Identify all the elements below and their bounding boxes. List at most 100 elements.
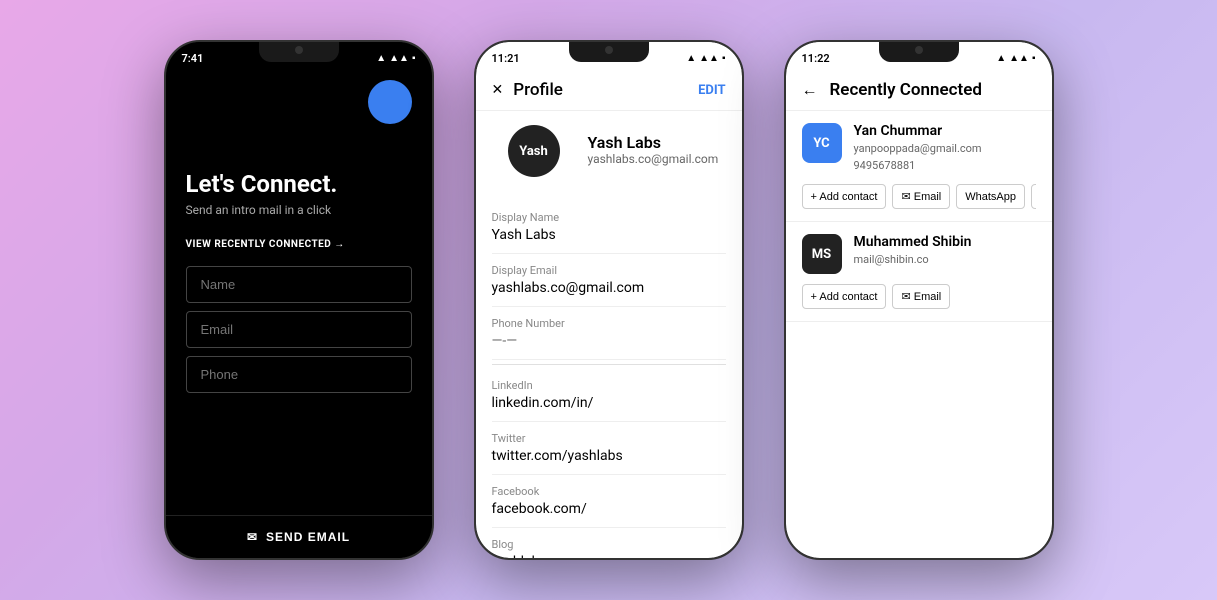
field-linkedin: LinkedIn linkedin.com/in/ xyxy=(492,369,726,422)
field-label-phone: Phone Number xyxy=(492,317,726,330)
send-email-icon: ✉ xyxy=(247,530,258,544)
contact-row-shibin: MS Muhammed Shibin mail@shibin.co xyxy=(802,234,1036,274)
field-display-name: Display Name Yash Labs xyxy=(492,201,726,254)
phone-3: 11:22 ▲ ▲▲ ▪ ← Recently Connected YC Yan… xyxy=(784,40,1054,560)
field-blog: Blog yashlabs.co xyxy=(492,528,726,558)
phone-1: 7:41 ▲ ▲▲ ▪ Let's Connect. Send an intro… xyxy=(164,40,434,560)
phone-3-screen: 11:22 ▲ ▲▲ ▪ ← Recently Connected YC Yan… xyxy=(786,42,1052,558)
phone-2: 11:21 ▲ ▲▲ ▪ ✕ Profile EDIT Yash xyxy=(474,40,744,560)
send-email-label: SEND EMAIL xyxy=(266,530,350,544)
contact-form xyxy=(186,266,412,497)
field-value-facebook: facebook.com/ xyxy=(492,501,726,517)
status-time-3: 11:22 xyxy=(802,52,830,65)
battery-icon: ▪ xyxy=(412,53,416,64)
contact-actions-shibin: + Add contact ✉ Email xyxy=(802,284,1036,309)
send-email-button[interactable]: ✉ SEND EMAIL xyxy=(166,515,432,558)
contact-avatar-yan: YC xyxy=(802,123,842,163)
field-label-display-email: Display Email xyxy=(492,264,726,277)
phone-1-content: 7:41 ▲ ▲▲ ▪ Let's Connect. Send an intro… xyxy=(166,42,432,558)
edit-button[interactable]: EDIT xyxy=(698,83,725,98)
notch-1 xyxy=(259,42,339,62)
profile-header-left: ✕ Profile xyxy=(492,80,563,100)
contact-phone-yan: 9495678881 xyxy=(854,158,982,175)
profile-name: Yash Labs xyxy=(588,133,719,152)
wifi-icon-3: ▲ xyxy=(996,53,1006,64)
phone-input[interactable] xyxy=(186,356,412,393)
battery-icon-2: ▪ xyxy=(722,53,726,64)
contact-info-yan: Yan Chummar yanpooppada@gmail.com 949567… xyxy=(854,123,982,174)
field-phone-number: Phone Number —-— xyxy=(492,307,726,360)
signal-icon-2: ▲▲ xyxy=(699,53,719,64)
blue-avatar-circle[interactable] xyxy=(368,80,412,124)
notch-2 xyxy=(569,42,649,62)
camera-dot-3 xyxy=(915,46,923,54)
phone-2-content: 11:21 ▲ ▲▲ ▪ ✕ Profile EDIT Yash xyxy=(476,42,742,558)
contact-email-shibin: mail@shibin.co xyxy=(854,252,972,269)
contact-name-yan: Yan Chummar xyxy=(854,123,982,139)
recently-connected-title: Recently Connected xyxy=(830,80,982,100)
profile-name-block: Yash Labs yashlabs.co@gmail.com xyxy=(588,133,719,166)
profile-avatar: Yash xyxy=(508,125,560,177)
section-divider-1 xyxy=(492,364,726,365)
name-input[interactable] xyxy=(186,266,412,303)
field-display-email: Display Email yashlabs.co@gmail.com xyxy=(492,254,726,307)
signal-icon-3: ▲▲ xyxy=(1009,53,1029,64)
field-value-blog: yashlabs.co xyxy=(492,554,726,558)
close-icon[interactable]: ✕ xyxy=(492,82,504,98)
field-value-display-name: Yash Labs xyxy=(492,227,726,243)
status-icons-1: ▲ ▲▲ ▪ xyxy=(376,53,415,64)
phone-1-main: Let's Connect. Send an intro mail in a c… xyxy=(166,70,432,507)
field-value-display-email: yashlabs.co@gmail.com xyxy=(492,280,726,296)
field-label-blog: Blog xyxy=(492,538,726,551)
field-label-linkedin: LinkedIn xyxy=(492,379,726,392)
view-recently-link[interactable]: VIEW RECENTLY CONNECTED → xyxy=(186,239,412,250)
email-button-yan[interactable]: ✉ Email xyxy=(892,184,950,209)
field-value-twitter: twitter.com/yashlabs xyxy=(492,448,726,464)
email-button-shibin[interactable]: ✉ Email xyxy=(892,284,950,309)
field-value-linkedin: linkedin.com/in/ xyxy=(492,395,726,411)
battery-icon-3: ▪ xyxy=(1032,53,1036,64)
contact-actions-yan: + Add contact ✉ Email WhatsApp 📞 Ca... xyxy=(802,184,1036,209)
contact-email-yan: yanpooppada@gmail.com xyxy=(854,141,982,158)
add-contact-button-yan[interactable]: + Add contact xyxy=(802,184,887,209)
contact-card-yan: YC Yan Chummar yanpooppada@gmail.com 949… xyxy=(786,111,1052,222)
status-icons-3: ▲ ▲▲ ▪ xyxy=(996,53,1035,64)
whatsapp-button-yan[interactable]: WhatsApp xyxy=(956,184,1025,209)
back-arrow-icon[interactable]: ← xyxy=(802,80,818,100)
field-label-facebook: Facebook xyxy=(492,485,726,498)
field-label-twitter: Twitter xyxy=(492,432,726,445)
profile-fields: Display Name Yash Labs Display Email yas… xyxy=(476,201,742,558)
status-time-1: 7:41 xyxy=(182,52,204,65)
signal-icon: ▲▲ xyxy=(389,53,409,64)
contact-name-shibin: Muhammed Shibin xyxy=(854,234,972,250)
status-time-2: 11:21 xyxy=(492,52,520,65)
contact-info-shibin: Muhammed Shibin mail@shibin.co xyxy=(854,234,972,269)
phone-3-content: 11:22 ▲ ▲▲ ▪ ← Recently Connected YC Yan… xyxy=(786,42,1052,558)
lets-connect-subtext: Send an intro mail in a click xyxy=(186,203,412,217)
recently-connected-header: ← Recently Connected xyxy=(786,70,1052,111)
field-facebook: Facebook facebook.com/ xyxy=(492,475,726,528)
phone-2-screen: 11:21 ▲ ▲▲ ▪ ✕ Profile EDIT Yash xyxy=(476,42,742,558)
contact-row-yan: YC Yan Chummar yanpooppada@gmail.com 949… xyxy=(802,123,1036,174)
lets-connect-block: Let's Connect. Send an intro mail in a c… xyxy=(186,170,412,217)
add-contact-button-shibin[interactable]: + Add contact xyxy=(802,284,887,309)
notch-3 xyxy=(879,42,959,62)
contact-card-shibin: MS Muhammed Shibin mail@shibin.co + Add … xyxy=(786,222,1052,322)
profile-email-display: yashlabs.co@gmail.com xyxy=(588,152,719,166)
wifi-icon: ▲ xyxy=(376,53,386,64)
phone-1-screen: 7:41 ▲ ▲▲ ▪ Let's Connect. Send an intro… xyxy=(166,42,432,558)
contact-avatar-shibin: MS xyxy=(802,234,842,274)
profile-header: ✕ Profile EDIT xyxy=(476,70,742,111)
camera-dot-1 xyxy=(295,46,303,54)
status-icons-2: ▲ ▲▲ ▪ xyxy=(686,53,725,64)
profile-avatar-row: Yash Yash Labs yashlabs.co@gmail.com xyxy=(476,111,742,201)
avatar-text: Yash xyxy=(519,144,548,159)
profile-title: Profile xyxy=(513,80,563,100)
call-button-yan[interactable]: 📞 Ca... xyxy=(1031,184,1036,209)
wifi-icon-2: ▲ xyxy=(686,53,696,64)
field-value-phone: —-— xyxy=(492,333,726,349)
email-input[interactable] xyxy=(186,311,412,348)
lets-connect-heading: Let's Connect. xyxy=(186,170,412,199)
camera-dot-2 xyxy=(605,46,613,54)
field-label-display-name: Display Name xyxy=(492,211,726,224)
